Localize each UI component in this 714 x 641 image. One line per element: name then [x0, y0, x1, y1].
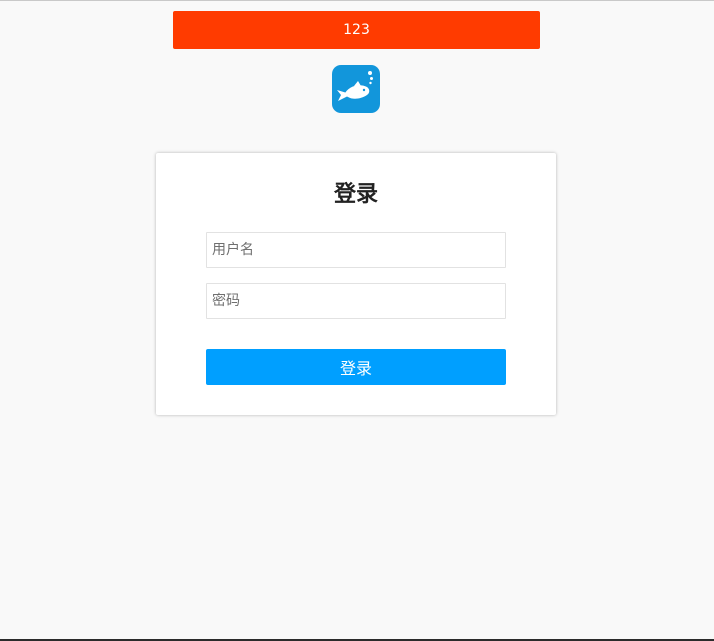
alert-banner-text: 123 [343, 22, 370, 38]
password-input[interactable] [206, 283, 506, 319]
login-title: 登录 [333, 182, 378, 207]
fish-icon-graphic [337, 71, 373, 101]
login-button[interactable]: 登录 [206, 349, 506, 385]
fish-icon [332, 65, 380, 113]
username-input[interactable] [206, 232, 506, 268]
login-card: 登录 登录 [156, 153, 556, 415]
alert-banner: 123 [173, 11, 540, 49]
